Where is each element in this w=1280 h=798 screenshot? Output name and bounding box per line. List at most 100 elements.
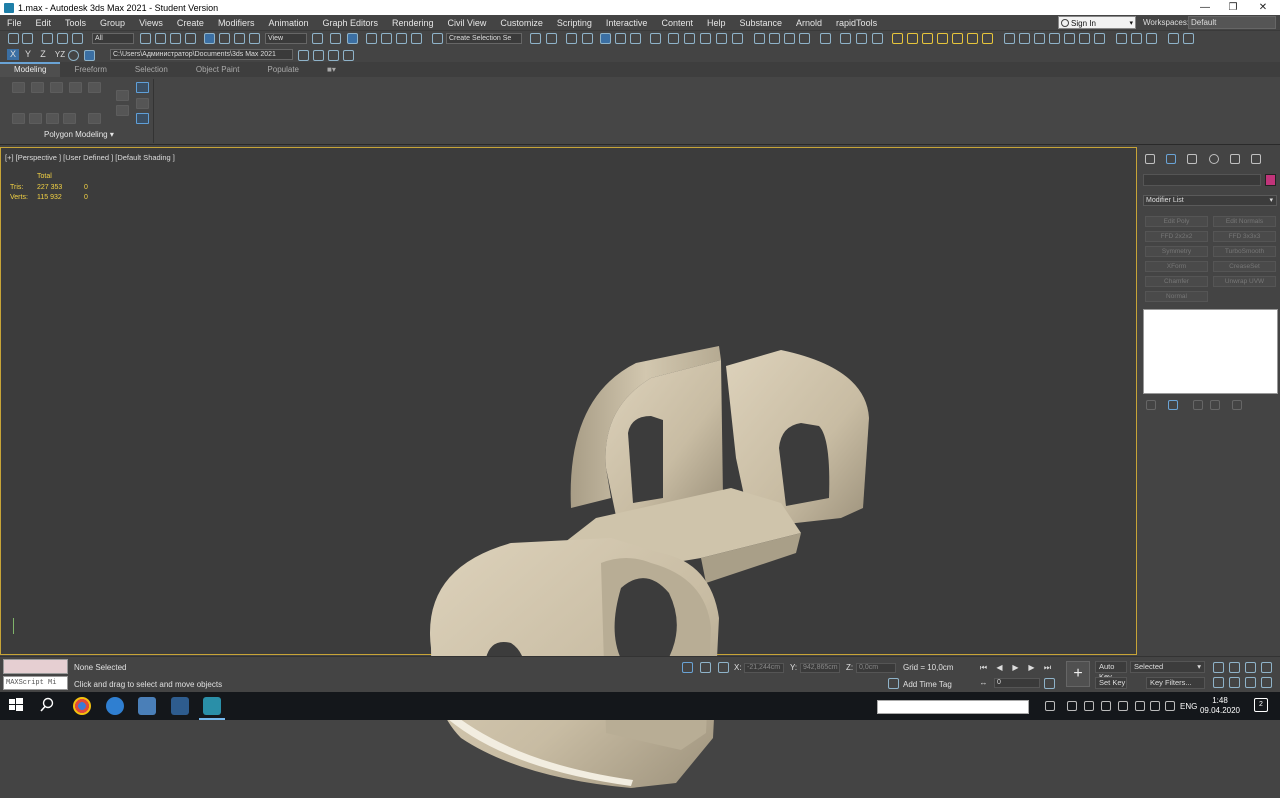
extra-tool-icon-16[interactable] bbox=[1116, 33, 1127, 44]
motion-tab-icon[interactable] bbox=[1209, 154, 1219, 164]
modify-tab-icon[interactable] bbox=[1166, 154, 1176, 164]
pan-view-icon[interactable] bbox=[1229, 677, 1240, 688]
set-key-button[interactable]: Set Key bbox=[1095, 677, 1127, 689]
axis-y-button[interactable]: Y bbox=[22, 49, 34, 60]
modifier-button-symmetry[interactable]: Symmetry bbox=[1145, 246, 1208, 257]
extra-tool-icon-12[interactable] bbox=[1049, 33, 1060, 44]
toggle-ribbon-icon[interactable] bbox=[600, 33, 611, 44]
volume-icon[interactable] bbox=[1165, 701, 1175, 711]
chrome-icon[interactable] bbox=[73, 697, 91, 715]
zoom-extents-all-icon[interactable] bbox=[1261, 662, 1272, 673]
isolate-selection-icon[interactable] bbox=[682, 662, 693, 673]
remove-modifier-icon[interactable] bbox=[1210, 400, 1220, 410]
modifier-button-unwrap-uvw[interactable]: Unwrap UVW bbox=[1213, 276, 1276, 287]
ribbon-tab-object-paint[interactable]: Object Paint bbox=[182, 65, 254, 74]
menu-item-scripting[interactable]: Scripting bbox=[550, 18, 599, 28]
extra-tool-icon-3[interactable] bbox=[784, 33, 795, 44]
windows-start-icon[interactable] bbox=[8, 697, 26, 715]
y-coord-field[interactable]: 942,865cm bbox=[800, 663, 840, 673]
render-production-icon[interactable] bbox=[700, 33, 711, 44]
polygon-modeling-dropdown[interactable]: Polygon Modeling ▾ bbox=[44, 130, 114, 139]
extra-tool-icon-20[interactable] bbox=[1183, 33, 1194, 44]
extra-tool-icon-6[interactable] bbox=[840, 33, 851, 44]
extra-tool-icon-15[interactable] bbox=[1094, 33, 1105, 44]
toggle-scene-explorer-icon[interactable] bbox=[566, 33, 577, 44]
extra-tool-icon-1[interactable] bbox=[754, 33, 765, 44]
visual-studio-icon[interactable] bbox=[171, 697, 189, 715]
modifier-button-ffd-3x3x3[interactable]: FFD 3x3x3 bbox=[1213, 231, 1276, 242]
extra-tool-icon-7[interactable] bbox=[856, 33, 867, 44]
light-icon-3[interactable] bbox=[922, 33, 933, 44]
z-coord-field[interactable]: 0,0cm bbox=[856, 663, 896, 673]
go-to-end-icon[interactable]: ⏭ bbox=[1042, 662, 1053, 673]
tray-icon-1[interactable] bbox=[1045, 701, 1055, 711]
close-icon[interactable]: ✕ bbox=[1248, 0, 1278, 15]
axis-yz-button[interactable]: YZ bbox=[53, 49, 67, 60]
modifier-button-turbosmooth[interactable]: TurboSmooth bbox=[1213, 246, 1276, 257]
maximize-viewport-icon[interactable] bbox=[1261, 677, 1272, 688]
modifier-stack[interactable] bbox=[1143, 309, 1278, 394]
time-configuration-icon[interactable] bbox=[1044, 678, 1055, 689]
tray-icon-3[interactable] bbox=[1084, 701, 1094, 711]
snaps-toggle-icon[interactable] bbox=[366, 33, 377, 44]
window-crossing-icon[interactable] bbox=[185, 33, 196, 44]
spinner-snap-icon[interactable] bbox=[411, 33, 422, 44]
set-keys-button[interactable]: + bbox=[1066, 661, 1090, 687]
extra-tool-icon-4[interactable] bbox=[799, 33, 810, 44]
display-tab-icon[interactable] bbox=[1230, 154, 1240, 164]
menu-item-civil-view[interactable]: Civil View bbox=[441, 18, 494, 28]
extra-tool-icon-10[interactable] bbox=[1019, 33, 1030, 44]
render-setup-icon[interactable] bbox=[668, 33, 679, 44]
extra-tool-icon-11[interactable] bbox=[1034, 33, 1045, 44]
project-icon-1[interactable] bbox=[298, 50, 309, 61]
modifier-button-normal[interactable]: Normal bbox=[1145, 291, 1208, 302]
time-tag-icon[interactable] bbox=[888, 678, 899, 689]
extra-tool-icon-5[interactable] bbox=[820, 33, 831, 44]
pivot-point-icon[interactable] bbox=[312, 33, 323, 44]
ribbon-tool-icon-7[interactable] bbox=[29, 113, 42, 124]
link-icon[interactable] bbox=[42, 33, 53, 44]
key-filters-button[interactable]: Key Filters... bbox=[1146, 677, 1205, 689]
menu-item-animation[interactable]: Animation bbox=[261, 18, 315, 28]
select-move-icon[interactable] bbox=[204, 33, 215, 44]
menu-item-group[interactable]: Group bbox=[93, 18, 132, 28]
menu-item-arnold[interactable]: Arnold bbox=[789, 18, 829, 28]
maxscript-mini-listener[interactable]: MAXScript Mi bbox=[3, 676, 68, 690]
make-unique-icon[interactable] bbox=[1193, 400, 1203, 410]
maxscript-listener-output[interactable] bbox=[3, 659, 68, 674]
ribbon-tool-icon-3[interactable] bbox=[50, 82, 63, 93]
extra-tool-icon-8[interactable] bbox=[872, 33, 883, 44]
time-slider-icon[interactable]: ↔ bbox=[978, 677, 989, 688]
selection-filter-dropdown[interactable]: All bbox=[92, 33, 134, 44]
light-icon-2[interactable] bbox=[907, 33, 918, 44]
zoom-icon[interactable] bbox=[1213, 662, 1224, 673]
menu-item-tools[interactable]: Tools bbox=[58, 18, 93, 28]
ribbon-tab-modeling[interactable]: Modeling bbox=[0, 62, 61, 77]
xy-plane-icon[interactable] bbox=[84, 50, 95, 61]
taskbar-search-field[interactable] bbox=[877, 700, 1029, 714]
ribbon-tool-icon-11[interactable] bbox=[116, 90, 129, 101]
unlink-icon[interactable] bbox=[57, 33, 68, 44]
menu-item-interactive[interactable]: Interactive bbox=[599, 18, 655, 28]
ribbon-display-options-icon[interactable]: ■▾ bbox=[313, 65, 350, 74]
project-folder-path[interactable]: C:\Users\Администратор\Documents\3ds Max… bbox=[110, 49, 293, 60]
field-of-view-icon[interactable] bbox=[1213, 677, 1224, 688]
extra-tool-icon-2[interactable] bbox=[769, 33, 780, 44]
modifier-button-edit-normals[interactable]: Edit Normals bbox=[1213, 216, 1276, 227]
current-frame-field[interactable]: 0 bbox=[994, 678, 1040, 688]
axis-constraint-icon[interactable] bbox=[68, 50, 79, 61]
selected-set-dropdown[interactable]: Selected ▾ bbox=[1130, 661, 1205, 673]
auto-key-button[interactable]: Auto Key bbox=[1095, 661, 1127, 681]
ribbon-tool-icon-4[interactable] bbox=[69, 82, 82, 93]
orbit-icon[interactable] bbox=[1245, 677, 1256, 688]
extra-tool-icon-17[interactable] bbox=[1131, 33, 1142, 44]
modifier-button-ffd-2x2x2[interactable]: FFD 2x2x2 bbox=[1145, 231, 1208, 242]
object-color-swatch[interactable] bbox=[1265, 174, 1276, 186]
go-to-start-icon[interactable]: ⏮ bbox=[978, 662, 989, 673]
file-explorer-icon[interactable] bbox=[138, 697, 156, 715]
perspective-viewport[interactable]: [+] [Perspective ] [User Defined ] [Defa… bbox=[0, 147, 1137, 788]
schematic-view-icon[interactable] bbox=[630, 33, 641, 44]
tray-icon-4[interactable] bbox=[1101, 701, 1111, 711]
edit-named-selection-icon[interactable] bbox=[432, 33, 443, 44]
absolute-mode-icon[interactable] bbox=[718, 662, 729, 673]
